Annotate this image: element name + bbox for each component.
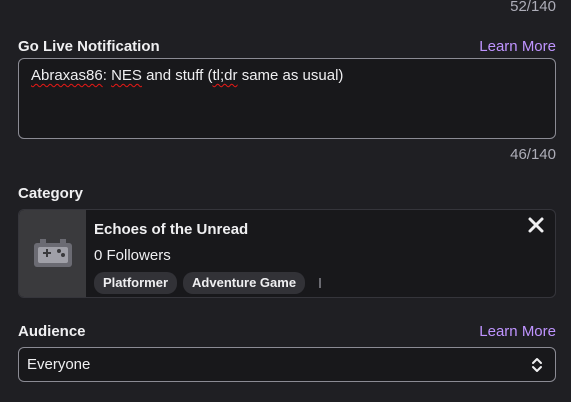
title-char-counter: 52/140 (510, 0, 556, 15)
misspelled-word: NES (111, 67, 142, 84)
misspelled-word: Abraxas86 (31, 67, 103, 84)
gamepad-icon (33, 238, 72, 267)
close-icon (528, 217, 544, 233)
audience-label: Audience (18, 323, 86, 340)
audience-selected-value: Everyone (27, 356, 91, 373)
tag-adventure-game[interactable]: Adventure Game (183, 272, 306, 294)
tag-platformer[interactable]: Platformer (94, 272, 178, 294)
remove-category-button[interactable] (527, 216, 545, 234)
stream-info-form: 52/140 Go Live Notification Learn More A… (0, 0, 571, 402)
category-followers: 0 Followers (94, 247, 171, 264)
text-segment: and stuff ( (141, 67, 213, 84)
go-live-char-counter: 46/140 (510, 146, 556, 163)
text-segment: : (102, 67, 112, 84)
up-down-chevron-icon (532, 357, 542, 372)
go-live-learn-more-link[interactable]: Learn More (479, 38, 556, 55)
category-card[interactable]: Echoes of the Unread 0 Followers Platfor… (18, 209, 556, 298)
go-live-notification-input[interactable]: Abraxas86: NES and stuff (tl;dr same as … (18, 58, 556, 139)
category-label: Category (18, 185, 84, 202)
audience-learn-more-link[interactable]: Learn More (479, 323, 556, 340)
category-name: Echoes of the Unread (94, 221, 249, 238)
tag-overflow (311, 272, 325, 294)
misspelled-word: tl;dr (212, 67, 238, 84)
category-tags: Platformer Adventure Game (94, 272, 325, 294)
category-thumbnail (19, 210, 86, 297)
text-segment: same as usual) (237, 67, 344, 84)
audience-select[interactable]: Everyone (18, 347, 556, 382)
go-live-notification-label: Go Live Notification (18, 38, 160, 55)
